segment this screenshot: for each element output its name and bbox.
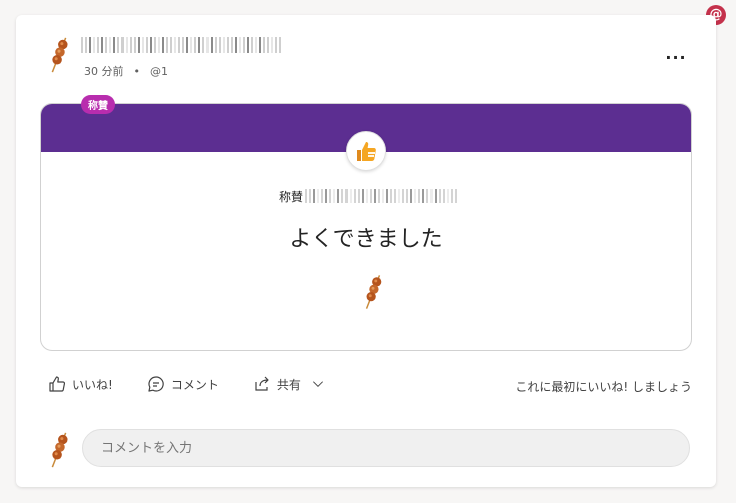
first-like-prompt[interactable]: これに最初にいいね! しましょう [515, 378, 692, 395]
more-options-button[interactable]: ... [664, 46, 688, 67]
praise-tag: 称賛 [81, 95, 115, 114]
thumbs-up-outline-icon [49, 376, 66, 392]
comment-icon [148, 376, 164, 392]
post-actions: いいね! コメント 共有 [48, 375, 359, 393]
thumbs-up-icon [357, 142, 376, 161]
author-name-redacted[interactable] [81, 37, 282, 53]
praise-badge [346, 131, 386, 171]
like-label: いいね! [72, 377, 113, 392]
praise-post-card: 30 分前 • @1 ... 称賛 称賛 よくできました いいね! コメント 共… [16, 15, 716, 487]
share-button[interactable]: 共有 [253, 375, 325, 393]
praise-recipient: 称賛 [279, 188, 457, 204]
comment-input[interactable] [82, 429, 690, 467]
recipient-prefix: 称賛 [279, 189, 304, 204]
skewer-sticker-image [361, 267, 385, 317]
current-user-avatar [46, 431, 72, 469]
post-meta: 30 分前 • @1 [84, 63, 168, 79]
like-button[interactable]: いいね! [48, 375, 113, 393]
mention-count: @1 [150, 64, 168, 78]
author-avatar[interactable] [46, 36, 72, 74]
share-label: 共有 [276, 377, 301, 392]
comment-button[interactable]: コメント [147, 375, 219, 393]
comment-label: コメント [170, 377, 219, 392]
share-icon [255, 376, 269, 391]
chevron-down-icon [312, 381, 323, 387]
meta-separator: • [133, 64, 141, 78]
praise-message: よくできました [289, 227, 443, 252]
recipient-name-redacted[interactable] [305, 189, 457, 203]
post-time: 30 分前 [84, 65, 124, 78]
